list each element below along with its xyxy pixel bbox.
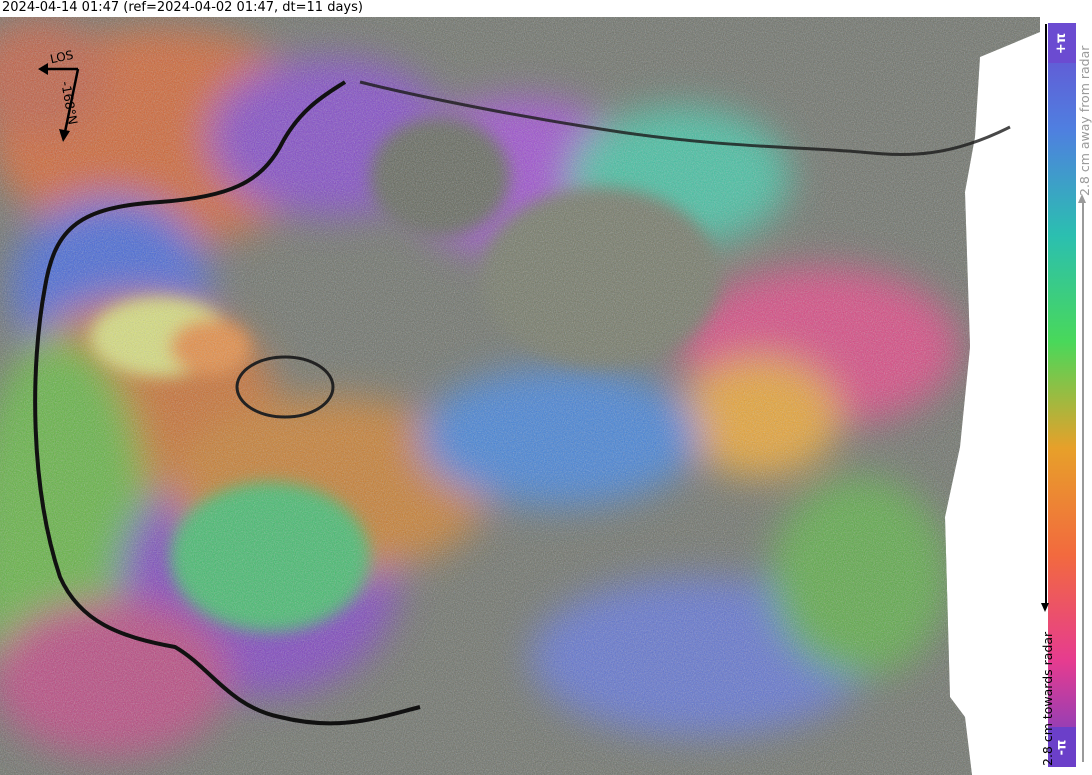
interferogram-map xyxy=(0,17,1040,775)
image-title: 2024-04-14 01:47 (ref=2024-04-02 01:47, … xyxy=(2,0,363,15)
towards-label: 2.8 cm towards radar xyxy=(1040,631,1055,766)
colorbar-top-cap: +π xyxy=(1048,23,1076,63)
away-label: 2.8 cm away from radar xyxy=(1077,45,1092,196)
terrain-background xyxy=(0,17,1040,775)
away-arrow xyxy=(1079,194,1085,762)
towards-arrow xyxy=(1042,24,1048,612)
